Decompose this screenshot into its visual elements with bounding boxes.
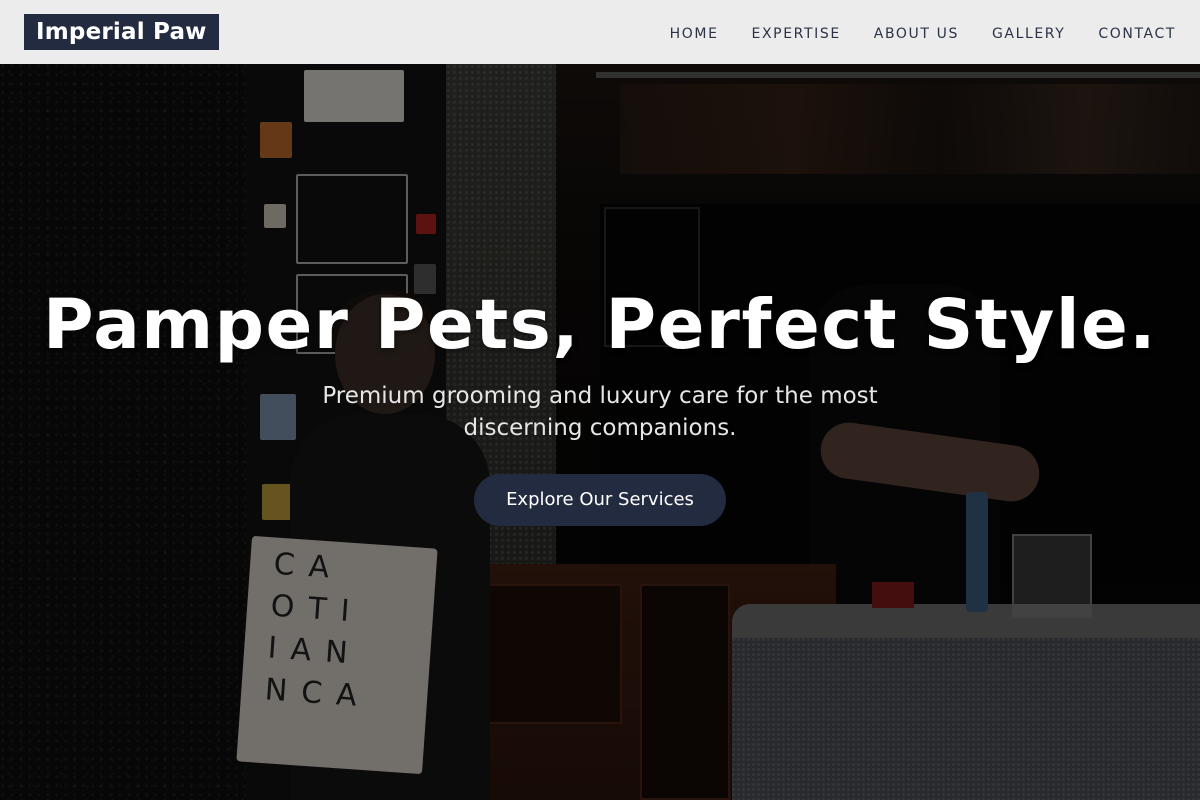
main-nav: HOME EXPERTISE ABOUT US GALLERY CONTACT <box>670 23 1176 42</box>
nav-list: HOME EXPERTISE ABOUT US GALLERY CONTACT <box>670 23 1176 42</box>
nav-item-contact: CONTACT <box>1098 23 1176 42</box>
nav-link-about-us[interactable]: ABOUT US <box>874 26 959 42</box>
hero-subtitle: Premium grooming and luxury care for the… <box>322 383 878 441</box>
explore-services-button[interactable]: Explore Our Services <box>474 474 726 526</box>
nav-item-about: ABOUT US <box>874 23 959 42</box>
page: Imperial Paw HOME EXPERTISE ABOUT US GAL… <box>0 0 1200 800</box>
nav-item-expertise: EXPERTISE <box>752 23 841 42</box>
nav-item-home: HOME <box>670 23 719 42</box>
nav-link-gallery[interactable]: GALLERY <box>992 26 1065 42</box>
hero-content: Pamper Pets, Perfect Style. Premium groo… <box>0 282 1200 526</box>
hero-section: CA OTI IAN NCA Pamper Pets, Perfect Styl… <box>0 64 1200 800</box>
nav-link-expertise[interactable]: EXPERTISE <box>752 26 841 42</box>
nav-item-gallery: GALLERY <box>992 23 1065 42</box>
nav-link-contact[interactable]: CONTACT <box>1098 26 1176 42</box>
nav-link-home[interactable]: HOME <box>670 26 719 42</box>
hero-title: Pamper Pets, Perfect Style. <box>42 285 1157 365</box>
site-header: Imperial Paw HOME EXPERTISE ABOUT US GAL… <box>0 0 1200 64</box>
brand-logo[interactable]: Imperial Paw <box>24 14 219 50</box>
